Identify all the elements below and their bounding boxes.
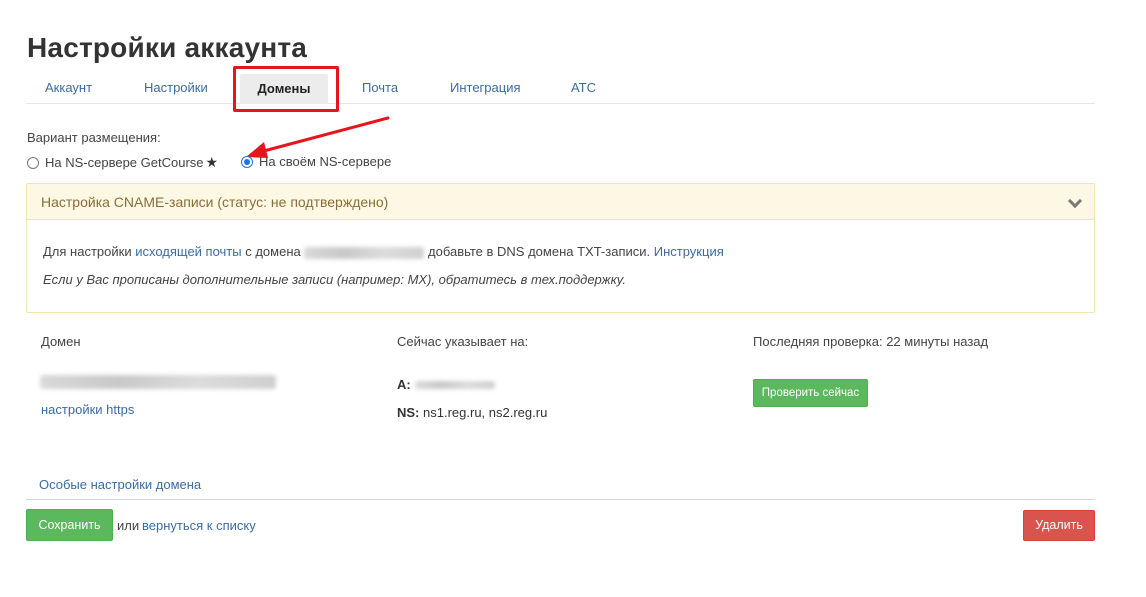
tab-account[interactable]: Аккаунт bbox=[45, 72, 92, 104]
cname-note: Если у Вас прописаны дополнительные запи… bbox=[43, 272, 626, 287]
special-domain-settings-link[interactable]: Особые настройки домена bbox=[39, 477, 201, 492]
tab-pbx[interactable]: АТС bbox=[571, 72, 596, 104]
tab-highlight-annotation bbox=[233, 66, 339, 112]
cname-panel-header[interactable]: Настройка CNAME-записи (статус: не подтв… bbox=[27, 184, 1094, 220]
cname-panel: Настройка CNAME-записи (статус: не подтв… bbox=[26, 183, 1095, 313]
cname-text-prefix: Для настройки bbox=[43, 244, 132, 259]
instruction-link[interactable]: Инструкция bbox=[654, 244, 724, 259]
save-button[interactable]: Сохранить bbox=[26, 509, 113, 541]
page-title: Настройки аккаунта bbox=[27, 32, 308, 63]
chevron-down-icon[interactable] bbox=[1067, 193, 1083, 209]
cname-text-middle: с домена bbox=[245, 244, 301, 259]
divider bbox=[26, 499, 1095, 500]
ns-record-row: NS: ns1.reg.ru, ns2.reg.ru bbox=[397, 405, 547, 420]
cname-text-suffix: добавьте в DNS домена TXT-записи. bbox=[428, 244, 651, 259]
column-header-points-to: Сейчас указывает на: bbox=[397, 334, 529, 349]
redacted-domain-name bbox=[40, 375, 276, 389]
a-record-row: A: bbox=[397, 377, 495, 392]
tab-bar: Аккаунт Настройки Домены Почта Интеграци… bbox=[26, 72, 1095, 104]
cname-instructions: Для настройки исходящей почты с домена д… bbox=[43, 244, 1078, 260]
redacted-domain bbox=[304, 246, 425, 259]
star-icon: ★ bbox=[205, 154, 219, 170]
radio-option-own-ns[interactable]: На своём NS-сервере bbox=[241, 154, 391, 169]
tab-mail[interactable]: Почта bbox=[362, 72, 398, 104]
tab-integration[interactable]: Интеграция bbox=[450, 72, 521, 104]
tab-settings[interactable]: Настройки bbox=[144, 72, 208, 104]
radio-label: На NS-сервере GetCourse bbox=[45, 155, 204, 170]
radio-button[interactable] bbox=[27, 156, 39, 169]
a-record-label: A: bbox=[397, 377, 411, 392]
check-now-button[interactable]: Проверить сейчас bbox=[753, 379, 868, 407]
or-text: или bbox=[117, 518, 140, 533]
placement-label: Вариант размещения: bbox=[27, 130, 161, 145]
cname-panel-body: Для настройки исходящей почты с домена д… bbox=[27, 220, 1094, 312]
ns-record-label: NS: bbox=[397, 405, 420, 420]
https-settings-link[interactable]: настройки https bbox=[41, 402, 134, 417]
ns-record-value: ns1.reg.ru, ns2.reg.ru bbox=[423, 405, 548, 420]
back-to-list-link[interactable]: вернуться к списку bbox=[142, 518, 256, 533]
radio-label: На своём NS-сервере bbox=[259, 154, 392, 169]
radio-button-checked[interactable] bbox=[241, 155, 253, 168]
column-header-domain: Домен bbox=[41, 334, 81, 349]
delete-button[interactable]: Удалить bbox=[1023, 510, 1095, 541]
cname-header-title: Настройка CNAME-записи (статус: не подтв… bbox=[41, 194, 389, 210]
redacted-a-record bbox=[414, 380, 495, 389]
column-header-last-check: Последняя проверка: 22 минуты назад bbox=[753, 334, 989, 349]
outgoing-mail-link[interactable]: исходящей почты bbox=[135, 244, 241, 259]
radio-option-getcourse-ns[interactable]: На NS-сервере GetCourse ★ bbox=[27, 154, 218, 171]
